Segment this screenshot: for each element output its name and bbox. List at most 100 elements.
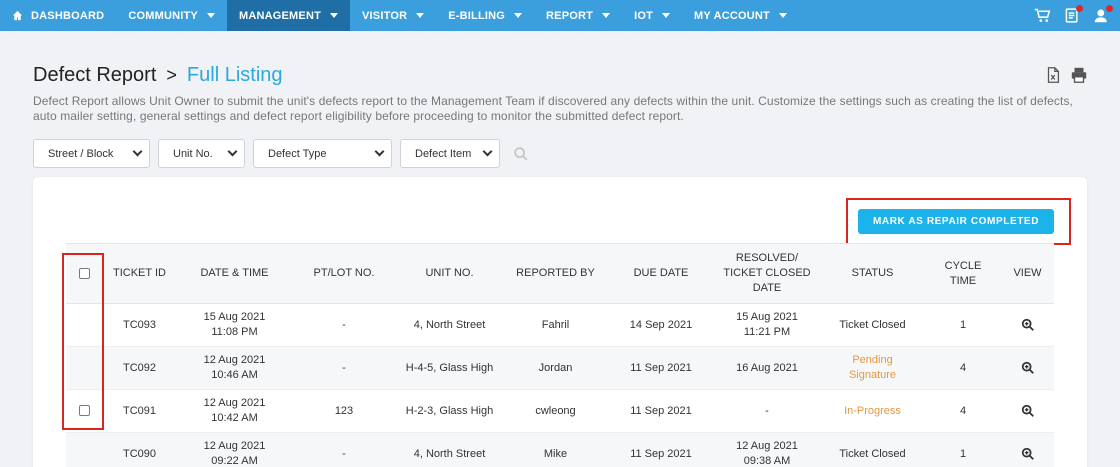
zoom-in-icon[interactable] <box>1021 404 1035 418</box>
table-row[interactable]: TC091 12 Aug 2021 10:42 AM 123 H-2-3, Glass … <box>66 389 1054 433</box>
ticket-id: TC090 <box>102 432 177 467</box>
header-reported-by[interactable]: REPORTED BY <box>503 243 608 304</box>
unit-no: 4, North Street <box>396 432 503 467</box>
select-all-checkbox[interactable] <box>78 267 90 279</box>
time: 10:46 AM <box>211 369 258 381</box>
mark-repair-completed-button[interactable]: MARK AS REPAIR COMPLETED <box>858 209 1054 234</box>
header-resolved-line-2: TICKET CLOSED <box>723 267 811 279</box>
resolved-date: - <box>714 389 820 433</box>
pt-lot-no: - <box>292 303 396 347</box>
due-date: 11 Sep 2021 <box>608 346 714 390</box>
table-row[interactable]: TC090 12 Aug 2021 09:22 AM -4, North Street… <box>66 432 1054 467</box>
nav-item-visitor[interactable]: VISITOR <box>350 0 436 31</box>
header-pt-lot[interactable]: PT/LOT NO. <box>292 243 396 304</box>
select-all-header <box>66 243 102 304</box>
caret-down-icon <box>514 13 523 18</box>
zoom-in-icon[interactable] <box>1021 318 1035 332</box>
unit-no: H-4-5, Glass High <box>396 346 503 390</box>
row-select-cell <box>66 432 102 467</box>
zoom-in-icon[interactable] <box>1021 447 1035 461</box>
print-icon[interactable] <box>1070 66 1088 84</box>
defect-item-select-value: Defect Item <box>415 147 472 160</box>
row-checkbox[interactable] <box>78 405 90 417</box>
due-date: 14 Sep 2021 <box>608 303 714 347</box>
pt-lot-no: - <box>292 346 396 390</box>
table-row[interactable]: TC092 12 Aug 2021 10:46 AM - H-4-5, Glass Hi… <box>66 346 1054 390</box>
caret-down-icon <box>778 13 787 18</box>
time: 11:08 PM <box>211 326 258 338</box>
nav-item-report[interactable]: REPORT <box>534 0 622 31</box>
reported-by: Fahril <box>503 303 608 347</box>
page-title: Defect Report > Full Listing <box>33 64 283 87</box>
breadcrumb-separator: > <box>166 65 177 85</box>
pt-lot-no: 123 <box>292 389 396 433</box>
nav-item-label: MY ACCOUNT <box>694 9 770 22</box>
zoom-in-icon[interactable] <box>1021 361 1035 375</box>
nav-item-e-billing[interactable]: E-BILLING <box>436 0 534 31</box>
chevron-down-icon <box>227 146 238 157</box>
status-cell: Pending Signature <box>820 346 925 390</box>
date-time: 12 Aug 2021 10:46 AM <box>177 346 292 390</box>
date: 12 Aug 2021 <box>203 397 266 409</box>
resolved-time: 11:21 PM <box>743 326 791 338</box>
header-due-date[interactable]: DUE DATE <box>608 243 714 304</box>
status-text: Ticket Closed <box>839 447 906 460</box>
top-navbar: DASHBOARD COMMUNITY MANAGEMENT VISITOR E-BIL… <box>0 0 1120 31</box>
status-text: Ticket Closed <box>839 318 906 331</box>
notification-dot <box>1106 4 1113 12</box>
caret-down-icon <box>416 13 425 18</box>
date-time: 12 Aug 2021 10:42 AM <box>177 389 292 433</box>
row-select-cell <box>66 389 102 433</box>
header-cycle-line-2: TIME <box>949 274 977 287</box>
search-icon[interactable] <box>512 145 530 163</box>
cart-icon[interactable] <box>1032 6 1052 26</box>
header-ticket-id[interactable]: TICKET ID <box>102 243 177 304</box>
resolved-date-value: 15 Aug 2021 <box>736 311 798 323</box>
street-block-select[interactable]: Street / Block <box>33 139 150 168</box>
defect-item-select[interactable]: Defect Item <box>400 139 500 168</box>
date: 15 Aug 2021 <box>203 311 266 323</box>
resolved-date: 12 Aug 2021 09:38 AM <box>714 432 820 467</box>
reported-by: cwleong <box>503 389 608 433</box>
nav-item-my-account[interactable]: MY ACCOUNT <box>682 0 799 31</box>
nav-item-label: E-BILLING <box>448 9 506 22</box>
header-view: VIEW <box>1001 243 1054 304</box>
nav-item-community[interactable]: COMMUNITY <box>116 0 227 31</box>
row-select-cell <box>66 303 102 347</box>
ticket-id: TC093 <box>102 303 177 347</box>
view-cell <box>1001 303 1054 347</box>
header-resolved-date[interactable]: RESOLVED/ TICKET CLOSED DATE <box>714 243 820 304</box>
header-cycle-time[interactable]: CYCLE TIME <box>925 243 1001 304</box>
unit-no-select[interactable]: Unit No. <box>158 139 245 168</box>
ticket-id: TC091 <box>102 389 177 433</box>
excel-export-icon[interactable] <box>1044 66 1062 84</box>
header-status[interactable]: STATUS <box>820 243 925 304</box>
nav-item-label: REPORT <box>546 9 594 22</box>
chevron-down-icon <box>132 146 143 157</box>
table-row[interactable]: TC093 15 Aug 2021 11:08 PM -4, North Street… <box>66 303 1054 347</box>
due-date: 11 Sep 2021 <box>608 432 714 467</box>
nav-item-iot[interactable]: IOT <box>622 0 682 31</box>
ticket-id: TC092 <box>102 346 177 390</box>
status-text: Pending <box>852 354 893 366</box>
date-time: 12 Aug 2021 09:22 AM <box>177 432 292 467</box>
header-actions <box>1044 66 1088 84</box>
resolved-date: 16 Aug 2021 <box>714 346 820 390</box>
reported-by: Jordan <box>503 346 608 390</box>
nav-item-management[interactable]: MANAGEMENT <box>226 0 351 31</box>
header-datetime[interactable]: DATE & TIME <box>177 243 292 304</box>
defect-type-select-value: Defect Type <box>268 147 327 160</box>
nav-item-label: IOT <box>634 9 654 22</box>
status-cell: Ticket Closed <box>820 432 925 467</box>
unit-no: 4, North Street <box>396 303 503 347</box>
unit-no-select-value: Unit No. <box>173 147 213 160</box>
cycle-time: 1 <box>925 303 1001 347</box>
defect-type-select[interactable]: Defect Type <box>253 139 392 168</box>
header-unit-no[interactable]: UNIT NO. <box>396 243 503 304</box>
nav-item-dashboard[interactable]: DASHBOARD <box>0 0 116 31</box>
document-icon[interactable] <box>1062 4 1083 26</box>
status-cell: Ticket Closed <box>820 303 925 347</box>
user-chat-icon[interactable] <box>1092 4 1113 26</box>
home-icon <box>12 10 23 21</box>
chevron-down-icon <box>482 146 493 157</box>
